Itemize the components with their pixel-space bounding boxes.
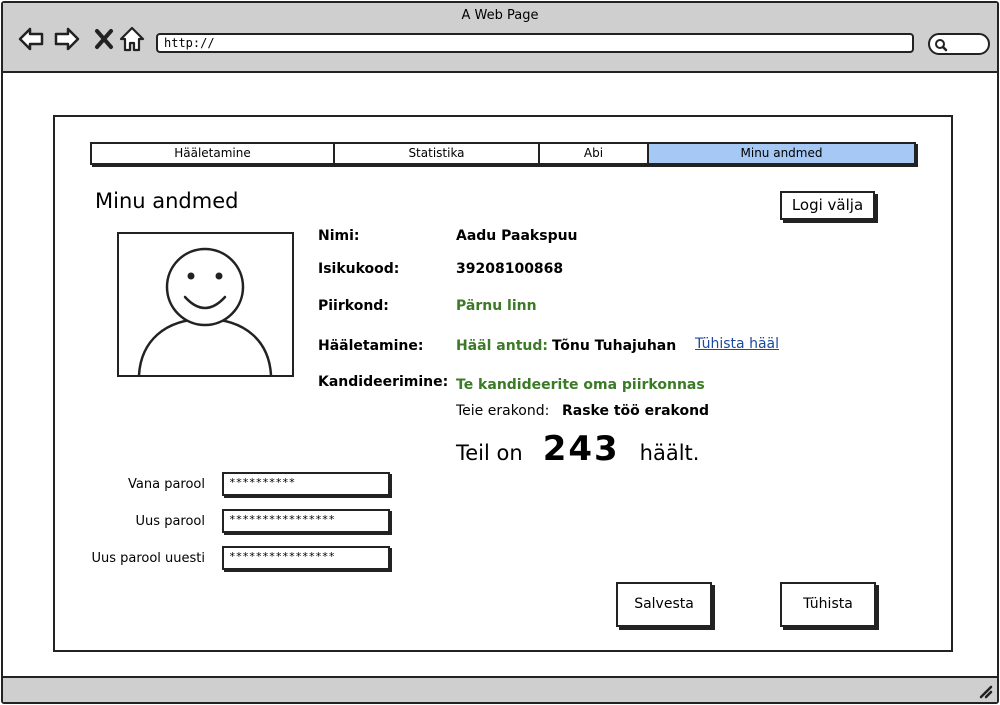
district-label: Piirkond: bbox=[318, 298, 389, 314]
forward-icon[interactable] bbox=[53, 25, 81, 53]
window-title: A Web Page bbox=[461, 8, 539, 23]
tab-abi[interactable]: Abi bbox=[540, 144, 649, 163]
page-title: Minu andmed bbox=[95, 189, 239, 213]
browser-statusbar bbox=[3, 676, 997, 702]
home-icon[interactable] bbox=[118, 25, 146, 53]
id-code-label: Isikukood: bbox=[318, 261, 400, 277]
tab-bar: Hääletamine Statistika Abi Minu andmed bbox=[90, 142, 916, 165]
voted-candidate: Tõnu Tuhajuhan bbox=[552, 338, 677, 354]
content-panel: Hääletamine Statistika Abi Minu andmed M… bbox=[53, 115, 953, 652]
candidacy-label: Kandideerimine: bbox=[318, 374, 449, 390]
tab-minu-andmed[interactable]: Minu andmed bbox=[649, 144, 914, 163]
save-button[interactable]: Salvesta bbox=[616, 582, 712, 627]
name-label: Nimi: bbox=[318, 228, 360, 244]
votes-count: 243 bbox=[542, 429, 620, 469]
repeat-password-field[interactable]: **************** bbox=[222, 546, 390, 570]
votes-summary: Teil on 243 häält. bbox=[456, 429, 699, 469]
browser-titlebar: A Web Page http:// bbox=[3, 3, 997, 73]
resize-handle-icon[interactable] bbox=[977, 683, 993, 699]
back-icon[interactable] bbox=[17, 25, 45, 53]
party-value: Raske töö erakond bbox=[562, 403, 710, 419]
party-label: Teie erakond: bbox=[456, 403, 550, 419]
votes-prefix: Teil on bbox=[456, 441, 523, 465]
close-icon[interactable] bbox=[91, 25, 119, 53]
votes-suffix: häält. bbox=[639, 441, 700, 465]
browser-window: A Web Page http:// Hääletamine Statistik bbox=[1, 1, 999, 704]
old-password-label: Vana parool bbox=[128, 477, 205, 492]
new-password-field[interactable]: **************** bbox=[222, 509, 390, 533]
district-value: Pärnu linn bbox=[456, 298, 537, 314]
cancel-vote-link[interactable]: Tühista hääl bbox=[695, 336, 779, 352]
new-password-label: Uus parool bbox=[135, 514, 205, 529]
id-code-value: 39208100868 bbox=[456, 261, 564, 277]
voting-label: Hääletamine: bbox=[318, 338, 424, 354]
logout-button[interactable]: Logi välja bbox=[780, 191, 875, 220]
tab-statistika[interactable]: Statistika bbox=[335, 144, 540, 163]
old-password-field[interactable]: ********** bbox=[222, 472, 390, 496]
candidacy-status: Te kandideerite oma piirkonnas bbox=[456, 377, 705, 393]
tab-haaletamine[interactable]: Hääletamine bbox=[92, 144, 335, 163]
repeat-password-label: Uus parool uuesti bbox=[91, 551, 205, 566]
browser-search-field[interactable] bbox=[928, 33, 990, 55]
url-input[interactable]: http:// bbox=[156, 33, 914, 53]
search-icon bbox=[935, 39, 948, 52]
user-avatar-icon bbox=[137, 247, 273, 375]
name-value: Aadu Paakspuu bbox=[456, 228, 578, 244]
cancel-button[interactable]: Tühista bbox=[780, 582, 876, 627]
avatar bbox=[117, 232, 294, 377]
vote-status: Hääl antud: bbox=[456, 338, 548, 354]
